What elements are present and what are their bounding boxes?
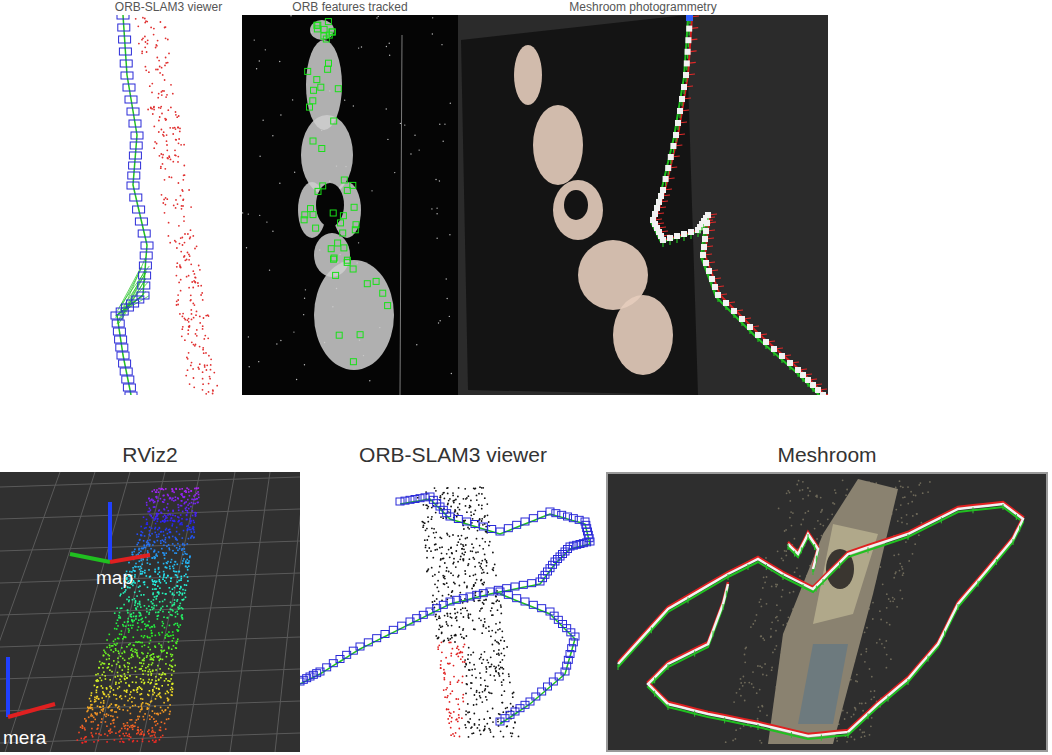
map-frame-icon [70, 502, 150, 562]
meshroom-scene [458, 15, 828, 395]
meshroom-panel [458, 15, 828, 395]
meshroom-scene [608, 474, 1046, 750]
panel-title: Meshroom photogrammetry [458, 0, 828, 15]
frame-label: mera [3, 727, 47, 748]
features-panel [242, 15, 458, 395]
meshroom-column: Meshroom photogrammetry [458, 0, 828, 395]
frame-label: map [96, 567, 133, 588]
features-column: ORB features tracked [242, 0, 458, 395]
camera-frame-icon [8, 657, 55, 717]
orbslam-viewer-panel [95, 15, 242, 395]
feature-frame [242, 15, 458, 395]
top-figure-row: ORB-SLAM3 viewer ORB features tracked Me… [0, 0, 1052, 395]
orbslam-viewer-panel [300, 472, 606, 752]
orbslam-column: ORB-SLAM3 viewer [95, 0, 242, 395]
panel-title: ORB-SLAM3 viewer [95, 0, 242, 15]
meshroom-column: Meshroom [606, 440, 1048, 752]
orbslam-map [95, 15, 242, 395]
meshroom-panel [606, 472, 1048, 752]
rviz-view: map mera [0, 472, 300, 752]
orbslam-column: ORB-SLAM3 viewer [300, 440, 606, 752]
panel-title: ORB features tracked [242, 0, 458, 15]
rviz-column: RViz2 map mera [0, 440, 300, 752]
panel-title: Meshroom [606, 440, 1048, 472]
bottom-figure-row: RViz2 map mera ORB-SLAM3 viewer Meshroom [0, 440, 1052, 752]
rviz-panel: map mera [0, 472, 300, 752]
orbslam-map [300, 472, 606, 752]
panel-title: RViz2 [0, 440, 300, 472]
panel-title: ORB-SLAM3 viewer [300, 440, 606, 472]
